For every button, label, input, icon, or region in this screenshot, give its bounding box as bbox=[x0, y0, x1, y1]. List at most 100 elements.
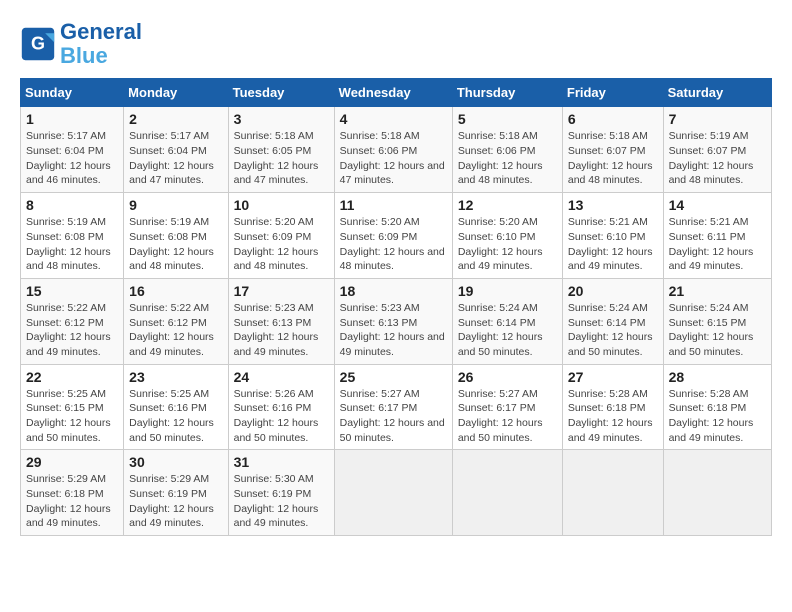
calendar-cell: 21 Sunrise: 5:24 AM Sunset: 6:15 PM Dayl… bbox=[663, 278, 771, 364]
day-number: 22 bbox=[26, 369, 118, 385]
day-number: 30 bbox=[129, 454, 222, 470]
calendar-week-row: 1 Sunrise: 5:17 AM Sunset: 6:04 PM Dayli… bbox=[21, 107, 772, 193]
day-info: Sunrise: 5:17 AM Sunset: 6:04 PM Dayligh… bbox=[26, 129, 118, 188]
day-info: Sunrise: 5:19 AM Sunset: 6:08 PM Dayligh… bbox=[129, 215, 222, 274]
calendar-cell: 10 Sunrise: 5:20 AM Sunset: 6:09 PM Dayl… bbox=[228, 193, 334, 279]
calendar-cell: 20 Sunrise: 5:24 AM Sunset: 6:14 PM Dayl… bbox=[562, 278, 663, 364]
calendar-cell: 18 Sunrise: 5:23 AM Sunset: 6:13 PM Dayl… bbox=[334, 278, 452, 364]
day-info: Sunrise: 5:24 AM Sunset: 6:14 PM Dayligh… bbox=[568, 301, 658, 360]
calendar-cell: 9 Sunrise: 5:19 AM Sunset: 6:08 PM Dayli… bbox=[124, 193, 228, 279]
day-number: 3 bbox=[234, 111, 329, 127]
calendar-cell: 14 Sunrise: 5:21 AM Sunset: 6:11 PM Dayl… bbox=[663, 193, 771, 279]
day-number: 14 bbox=[669, 197, 766, 213]
calendar-cell: 13 Sunrise: 5:21 AM Sunset: 6:10 PM Dayl… bbox=[562, 193, 663, 279]
calendar-cell bbox=[452, 450, 562, 536]
day-number: 2 bbox=[129, 111, 222, 127]
day-info: Sunrise: 5:18 AM Sunset: 6:05 PM Dayligh… bbox=[234, 129, 329, 188]
logo-text: General Blue bbox=[60, 20, 142, 68]
calendar-week-row: 15 Sunrise: 5:22 AM Sunset: 6:12 PM Dayl… bbox=[21, 278, 772, 364]
day-number: 29 bbox=[26, 454, 118, 470]
day-info: Sunrise: 5:21 AM Sunset: 6:10 PM Dayligh… bbox=[568, 215, 658, 274]
calendar-cell: 28 Sunrise: 5:28 AM Sunset: 6:18 PM Dayl… bbox=[663, 364, 771, 450]
day-info: Sunrise: 5:29 AM Sunset: 6:18 PM Dayligh… bbox=[26, 472, 118, 531]
day-info: Sunrise: 5:18 AM Sunset: 6:06 PM Dayligh… bbox=[458, 129, 557, 188]
day-info: Sunrise: 5:29 AM Sunset: 6:19 PM Dayligh… bbox=[129, 472, 222, 531]
calendar-cell: 6 Sunrise: 5:18 AM Sunset: 6:07 PM Dayli… bbox=[562, 107, 663, 193]
day-number: 20 bbox=[568, 283, 658, 299]
day-number: 28 bbox=[669, 369, 766, 385]
day-info: Sunrise: 5:19 AM Sunset: 6:07 PM Dayligh… bbox=[669, 129, 766, 188]
day-info: Sunrise: 5:22 AM Sunset: 6:12 PM Dayligh… bbox=[26, 301, 118, 360]
day-info: Sunrise: 5:25 AM Sunset: 6:16 PM Dayligh… bbox=[129, 387, 222, 446]
day-number: 23 bbox=[129, 369, 222, 385]
day-number: 9 bbox=[129, 197, 222, 213]
day-number: 16 bbox=[129, 283, 222, 299]
calendar-week-row: 29 Sunrise: 5:29 AM Sunset: 6:18 PM Dayl… bbox=[21, 450, 772, 536]
calendar-cell: 23 Sunrise: 5:25 AM Sunset: 6:16 PM Dayl… bbox=[124, 364, 228, 450]
calendar-cell: 7 Sunrise: 5:19 AM Sunset: 6:07 PM Dayli… bbox=[663, 107, 771, 193]
day-info: Sunrise: 5:19 AM Sunset: 6:08 PM Dayligh… bbox=[26, 215, 118, 274]
day-info: Sunrise: 5:30 AM Sunset: 6:19 PM Dayligh… bbox=[234, 472, 329, 531]
calendar-header: SundayMondayTuesdayWednesdayThursdayFrid… bbox=[21, 79, 772, 107]
calendar-cell: 16 Sunrise: 5:22 AM Sunset: 6:12 PM Dayl… bbox=[124, 278, 228, 364]
day-number: 15 bbox=[26, 283, 118, 299]
day-number: 7 bbox=[669, 111, 766, 127]
calendar-week-row: 8 Sunrise: 5:19 AM Sunset: 6:08 PM Dayli… bbox=[21, 193, 772, 279]
calendar-cell: 15 Sunrise: 5:22 AM Sunset: 6:12 PM Dayl… bbox=[21, 278, 124, 364]
day-info: Sunrise: 5:23 AM Sunset: 6:13 PM Dayligh… bbox=[234, 301, 329, 360]
weekday-header: Sunday bbox=[21, 79, 124, 107]
calendar-cell: 12 Sunrise: 5:20 AM Sunset: 6:10 PM Dayl… bbox=[452, 193, 562, 279]
calendar-cell: 31 Sunrise: 5:30 AM Sunset: 6:19 PM Dayl… bbox=[228, 450, 334, 536]
calendar-cell bbox=[334, 450, 452, 536]
calendar-cell: 4 Sunrise: 5:18 AM Sunset: 6:06 PM Dayli… bbox=[334, 107, 452, 193]
calendar-cell: 19 Sunrise: 5:24 AM Sunset: 6:14 PM Dayl… bbox=[452, 278, 562, 364]
day-info: Sunrise: 5:18 AM Sunset: 6:07 PM Dayligh… bbox=[568, 129, 658, 188]
day-number: 8 bbox=[26, 197, 118, 213]
day-number: 11 bbox=[340, 197, 447, 213]
day-number: 6 bbox=[568, 111, 658, 127]
day-number: 27 bbox=[568, 369, 658, 385]
day-info: Sunrise: 5:20 AM Sunset: 6:09 PM Dayligh… bbox=[340, 215, 447, 274]
day-info: Sunrise: 5:21 AM Sunset: 6:11 PM Dayligh… bbox=[669, 215, 766, 274]
day-info: Sunrise: 5:18 AM Sunset: 6:06 PM Dayligh… bbox=[340, 129, 447, 188]
day-info: Sunrise: 5:28 AM Sunset: 6:18 PM Dayligh… bbox=[669, 387, 766, 446]
day-info: Sunrise: 5:20 AM Sunset: 6:10 PM Dayligh… bbox=[458, 215, 557, 274]
weekday-header: Thursday bbox=[452, 79, 562, 107]
day-number: 24 bbox=[234, 369, 329, 385]
day-number: 19 bbox=[458, 283, 557, 299]
day-number: 17 bbox=[234, 283, 329, 299]
day-number: 13 bbox=[568, 197, 658, 213]
day-info: Sunrise: 5:24 AM Sunset: 6:14 PM Dayligh… bbox=[458, 301, 557, 360]
calendar-cell bbox=[562, 450, 663, 536]
day-number: 18 bbox=[340, 283, 447, 299]
day-info: Sunrise: 5:23 AM Sunset: 6:13 PM Dayligh… bbox=[340, 301, 447, 360]
calendar-cell: 24 Sunrise: 5:26 AM Sunset: 6:16 PM Dayl… bbox=[228, 364, 334, 450]
calendar-cell: 26 Sunrise: 5:27 AM Sunset: 6:17 PM Dayl… bbox=[452, 364, 562, 450]
calendar-cell: 30 Sunrise: 5:29 AM Sunset: 6:19 PM Dayl… bbox=[124, 450, 228, 536]
day-info: Sunrise: 5:20 AM Sunset: 6:09 PM Dayligh… bbox=[234, 215, 329, 274]
day-number: 26 bbox=[458, 369, 557, 385]
day-number: 21 bbox=[669, 283, 766, 299]
day-info: Sunrise: 5:26 AM Sunset: 6:16 PM Dayligh… bbox=[234, 387, 329, 446]
calendar-cell: 27 Sunrise: 5:28 AM Sunset: 6:18 PM Dayl… bbox=[562, 364, 663, 450]
calendar-week-row: 22 Sunrise: 5:25 AM Sunset: 6:15 PM Dayl… bbox=[21, 364, 772, 450]
day-info: Sunrise: 5:27 AM Sunset: 6:17 PM Dayligh… bbox=[340, 387, 447, 446]
day-info: Sunrise: 5:28 AM Sunset: 6:18 PM Dayligh… bbox=[568, 387, 658, 446]
calendar-table: SundayMondayTuesdayWednesdayThursdayFrid… bbox=[20, 78, 772, 536]
calendar-cell: 2 Sunrise: 5:17 AM Sunset: 6:04 PM Dayli… bbox=[124, 107, 228, 193]
day-number: 12 bbox=[458, 197, 557, 213]
weekday-header: Tuesday bbox=[228, 79, 334, 107]
day-number: 1 bbox=[26, 111, 118, 127]
logo: G General Blue bbox=[20, 20, 142, 68]
svg-text:G: G bbox=[31, 34, 45, 54]
calendar-cell: 5 Sunrise: 5:18 AM Sunset: 6:06 PM Dayli… bbox=[452, 107, 562, 193]
calendar-cell: 8 Sunrise: 5:19 AM Sunset: 6:08 PM Dayli… bbox=[21, 193, 124, 279]
weekday-header: Friday bbox=[562, 79, 663, 107]
calendar-cell: 3 Sunrise: 5:18 AM Sunset: 6:05 PM Dayli… bbox=[228, 107, 334, 193]
day-info: Sunrise: 5:17 AM Sunset: 6:04 PM Dayligh… bbox=[129, 129, 222, 188]
calendar-cell: 29 Sunrise: 5:29 AM Sunset: 6:18 PM Dayl… bbox=[21, 450, 124, 536]
day-info: Sunrise: 5:27 AM Sunset: 6:17 PM Dayligh… bbox=[458, 387, 557, 446]
day-info: Sunrise: 5:25 AM Sunset: 6:15 PM Dayligh… bbox=[26, 387, 118, 446]
page-header: G General Blue bbox=[20, 20, 772, 68]
calendar-cell: 1 Sunrise: 5:17 AM Sunset: 6:04 PM Dayli… bbox=[21, 107, 124, 193]
